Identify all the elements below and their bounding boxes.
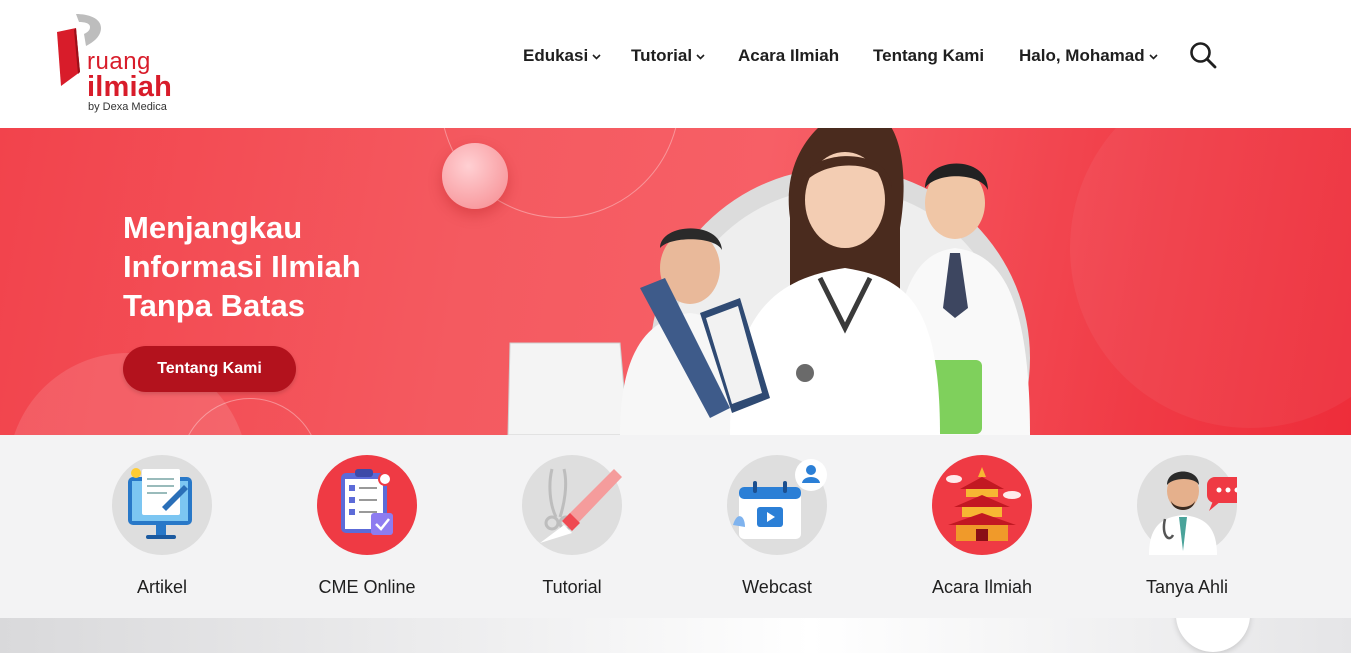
site-header: ruang ilmiah by Dexa Medica Edukasi Tuto… <box>0 0 1351 128</box>
category-label: CME Online <box>318 577 416 597</box>
category-artikel[interactable]: Artikel <box>82 455 242 605</box>
chevron-down-icon <box>1149 53 1158 60</box>
decor-circle <box>1176 618 1250 652</box>
category-label: Webcast <box>742 577 812 597</box>
category-acara-ilmiah[interactable]: Acara Ilmiah <box>902 455 1062 605</box>
nav-label: Edukasi <box>523 46 589 65</box>
doctor-chat-icon <box>1137 455 1237 555</box>
hero-title: Menjangkau Informasi Ilmiah Tanpa Batas <box>123 208 483 325</box>
chevron-down-icon <box>696 53 705 60</box>
decor-circle <box>442 143 508 209</box>
brand-name-line2: ilmiah <box>87 71 172 103</box>
category-webcast[interactable]: Webcast <box>697 455 857 605</box>
nav-item-edukasi[interactable]: Edukasi <box>523 44 601 68</box>
category-menu: Artikel CME Online Tutorial Webcast Acar… <box>0 435 1351 618</box>
decor-circle <box>1070 128 1351 428</box>
video-calendar-icon <box>727 455 827 555</box>
category-label: Artikel <box>136 577 187 597</box>
category-cme-online[interactable]: CME Online <box>287 455 447 605</box>
category-tanya-ahli[interactable]: Tanya Ahli <box>1107 455 1267 605</box>
category-label: Tanya Ahli <box>1145 577 1229 597</box>
doctors-illustration <box>507 128 1030 435</box>
nav-label: Acara Ilmiah <box>738 46 840 65</box>
nav-item-tutorial[interactable]: Tutorial <box>631 44 705 68</box>
nav-item-acara-ilmiah[interactable]: Acara Ilmiah <box>738 44 839 68</box>
nav-item-user-menu[interactable]: Halo, Mohamad <box>1019 44 1158 68</box>
nav-label: Tentang Kami <box>873 46 985 65</box>
nav-item-tentang-kami[interactable]: Tentang Kami <box>873 44 984 68</box>
search-button[interactable] <box>1188 40 1218 70</box>
hero-title-line: Menjangkau <box>123 210 303 245</box>
nav-label: Tutorial <box>631 46 693 65</box>
brand-tagline: by Dexa Medica <box>88 101 167 113</box>
category-tutorial[interactable]: Tutorial <box>492 455 652 605</box>
cme-checklist-icon <box>317 455 417 555</box>
scalpel-icon <box>522 455 622 555</box>
section-divider-strip <box>0 618 1351 653</box>
chevron-down-icon <box>592 53 601 60</box>
pagoda-event-icon <box>932 455 1032 555</box>
nav-label: Halo, Mohamad <box>1019 46 1145 65</box>
hero-title-line: Informasi Ilmiah <box>123 249 361 284</box>
category-label: Tutorial <box>542 577 602 597</box>
article-monitor-icon <box>112 455 212 555</box>
brand-logo[interactable]: ruang ilmiah by Dexa Medica <box>54 14 194 118</box>
search-icon <box>1190 42 1217 69</box>
category-label: Acara Ilmiah <box>931 577 1033 597</box>
hero-title-line: Tanpa Batas <box>123 288 306 323</box>
hero-banner: Menjangkau Informasi Ilmiah Tanpa Batas … <box>0 128 1351 435</box>
about-us-button[interactable]: Tentang Kami <box>123 346 296 392</box>
